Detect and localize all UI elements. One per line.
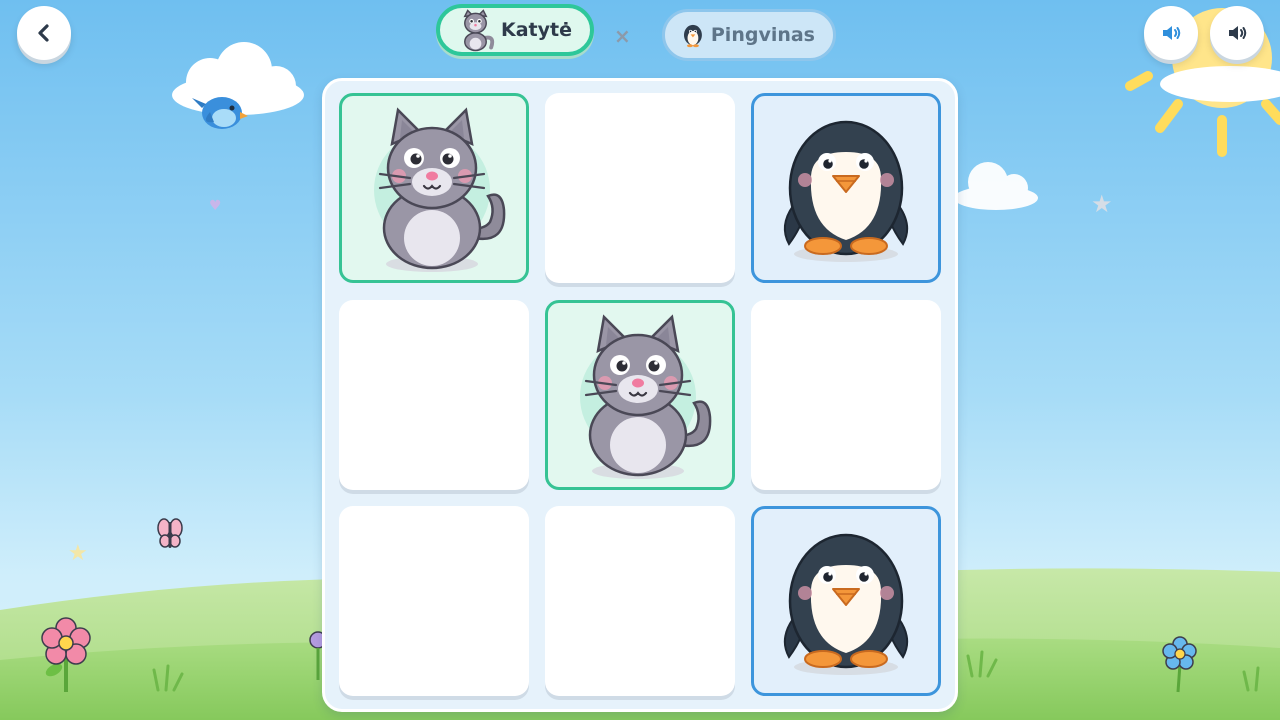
sound-effects-button[interactable]: [1144, 6, 1198, 60]
versus-label: ×: [614, 24, 631, 48]
board-cell-1-3[interactable]: [751, 93, 941, 283]
board-cell-2-1[interactable]: [339, 300, 529, 490]
penguin-icon: [783, 120, 909, 262]
player-cat-name: Katytė: [501, 19, 572, 41]
player-cat-tab[interactable]: Katytė: [436, 4, 594, 56]
board-cell-3-3[interactable]: [751, 506, 941, 696]
back-button[interactable]: [17, 6, 71, 60]
cloud-icon: [954, 162, 1038, 210]
heart-icon: ♥: [209, 198, 222, 214]
board-cell-2-3[interactable]: [751, 300, 941, 490]
cat-icon: [463, 9, 495, 52]
butterfly-icon: [157, 518, 183, 548]
cat-icon: [580, 314, 712, 479]
board-cell-3-2[interactable]: [545, 506, 735, 696]
game-board: [322, 78, 958, 712]
sound-effects-icon: [1163, 26, 1181, 40]
board-cell-1-2[interactable]: [545, 93, 735, 283]
music-volume-button[interactable]: [1210, 6, 1264, 60]
board-cell-1-1[interactable]: [339, 93, 529, 283]
music-volume-icon: [1229, 26, 1247, 40]
player-penguin-tab[interactable]: Pingvinas: [662, 9, 836, 61]
chevron-left-icon: [38, 24, 49, 42]
player-penguin-name: Pingvinas: [710, 24, 815, 46]
penguin-icon: [783, 533, 909, 675]
cat-icon: [374, 107, 506, 272]
board-cell-3-1[interactable]: [339, 506, 529, 696]
star-icon: ★: [1091, 190, 1113, 218]
penguin-icon: [683, 24, 702, 48]
board-cell-2-2[interactable]: [545, 300, 735, 490]
star-icon: ★: [68, 541, 88, 566]
